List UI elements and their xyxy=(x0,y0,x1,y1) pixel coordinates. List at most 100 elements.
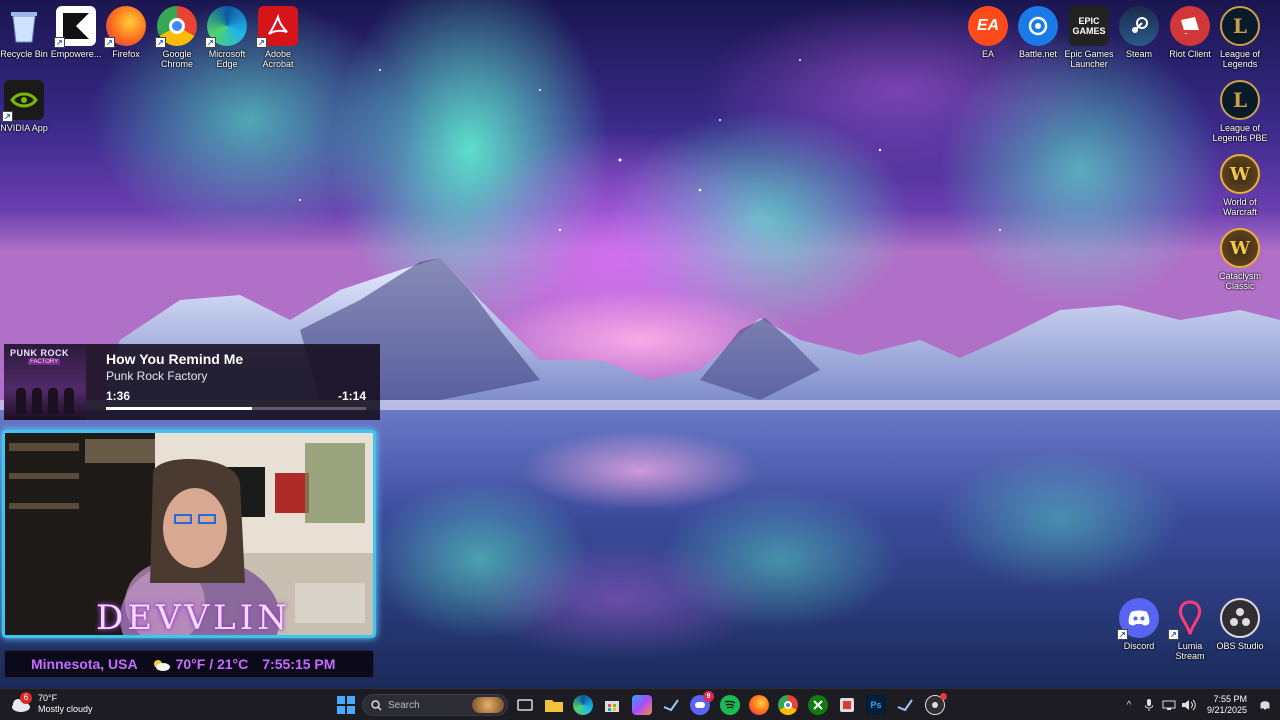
streamer-brand-logo: DEVVLIN xyxy=(96,598,291,638)
steam-icon xyxy=(897,699,913,712)
taskbar-file-explorer[interactable] xyxy=(544,695,564,715)
shortcut-arrow-icon: ↗ xyxy=(2,111,13,122)
taskbar-photoshop[interactable]: Ps xyxy=(866,695,886,715)
desktop-icon-label: Cataclysm Classic xyxy=(1218,271,1261,291)
taskbar-firefox[interactable] xyxy=(749,695,769,715)
desktop-icon-obs-studio[interactable]: OBS Studio xyxy=(1212,598,1268,651)
tray-overflow-chevron-icon[interactable]: ^ xyxy=(1122,698,1136,712)
desktop-icon-nvidia[interactable]: ↗ NVIDIA App xyxy=(0,80,52,133)
notification-bell-icon[interactable] xyxy=(1258,698,1272,712)
temperature-text: 70°F / 21°C xyxy=(175,656,249,672)
folder-icon xyxy=(545,700,563,712)
league-of-legends-icon: L xyxy=(1220,6,1260,46)
discord-icon: ↗ xyxy=(1117,598,1159,640)
taskbar-clock[interactable]: 7:55 PM 9/21/2025 xyxy=(1207,694,1247,716)
desktop-icon-acrobat[interactable]: ↗ Adobe Acrobat xyxy=(250,6,306,69)
task-view-icon xyxy=(517,699,533,711)
spotify-icon xyxy=(724,700,736,709)
remaining-time: -1:14 xyxy=(337,389,366,403)
desktop-icon-label: League of Legends PBE xyxy=(1212,123,1268,143)
chrome-icon: ↗ xyxy=(155,6,197,48)
shortcut-arrow-icon: ↗ xyxy=(104,37,115,48)
shortcut-arrow-icon: ↗ xyxy=(205,37,216,48)
desktop-icon-epic-games[interactable]: EPIC GAMES Epic Games Launcher xyxy=(1061,6,1117,69)
edge-icon: ↗ xyxy=(205,6,247,48)
taskbar-edge[interactable] xyxy=(573,695,593,715)
shortcut-arrow-icon: ↗ xyxy=(256,37,267,48)
chrome-icon xyxy=(784,701,792,709)
desktop-icon-lumia-stream[interactable]: ↗ Lumia Stream xyxy=(1162,598,1218,661)
desktop-icon-label: World of Warcraft xyxy=(1223,197,1257,217)
epic-games-icon: EPIC GAMES xyxy=(1069,6,1109,46)
weather-cloud-icon: 6 xyxy=(10,692,32,714)
desktop-icon-label: Adobe Acrobat xyxy=(262,49,294,69)
search-highlight-image xyxy=(472,697,504,713)
desktop-icon-world-of-warcraft[interactable]: W World of Warcraft xyxy=(1212,154,1268,217)
network-icon[interactable] xyxy=(1162,698,1176,712)
acrobat-icon: ↗ xyxy=(256,6,298,48)
volume-icon[interactable] xyxy=(1181,698,1196,712)
shortcut-arrow-icon: ↗ xyxy=(54,37,65,48)
progress-track xyxy=(106,407,366,410)
firefox-icon: ↗ xyxy=(104,6,146,48)
clock-date: 9/21/2025 xyxy=(1206,705,1247,715)
partly-cloudy-icon xyxy=(152,658,170,671)
elapsed-time: 1:36 xyxy=(106,389,131,403)
clock-time: 7:55 PM xyxy=(1213,694,1247,704)
desktop-icon-label: NVIDIA App xyxy=(0,123,48,133)
system-tray: ^ 7:55 PM 9/21/2025 xyxy=(1119,689,1280,720)
world-of-warcraft-icon: W xyxy=(1220,154,1260,194)
taskbar-weather-temp: 70°F xyxy=(38,693,58,703)
desktop-icon-label: OBS Studio xyxy=(1216,641,1264,651)
taskbar-weather-widget[interactable]: 6 70°F Mostly cloudy xyxy=(10,692,93,715)
league-pbe-icon: L xyxy=(1220,80,1260,120)
location-text: Minnesota, USA xyxy=(31,656,138,672)
taskbar-steam[interactable] xyxy=(661,695,681,715)
discord-icon xyxy=(695,702,705,708)
taskbar-steam-2[interactable] xyxy=(895,695,915,715)
taskbar-discord[interactable]: 9 xyxy=(690,691,714,715)
taskbar-search-box[interactable] xyxy=(362,694,508,716)
search-icon xyxy=(371,699,382,711)
taskbar-snipping-tool[interactable] xyxy=(837,695,857,715)
taskbar-spotify[interactable] xyxy=(720,695,740,715)
taskbar-weather-desc: Mostly cloudy xyxy=(38,704,93,714)
steam-icon xyxy=(663,699,679,712)
weather-alert-badge: 6 xyxy=(20,692,32,704)
discord-notification-badge: 9 xyxy=(703,691,714,702)
snip-icon xyxy=(840,698,854,712)
desktop-icon-label: League of Legends xyxy=(1219,49,1261,69)
search-input[interactable] xyxy=(388,699,458,711)
taskbar-store[interactable] xyxy=(602,695,622,715)
nvidia-icon: ↗ xyxy=(2,80,44,122)
taskbar-chrome[interactable] xyxy=(778,695,798,715)
desktop-icon-league-of-legends[interactable]: L League of Legends xyxy=(1212,6,1268,69)
shortcut-arrow-icon: ↗ xyxy=(155,37,166,48)
song-title: How You Remind Me xyxy=(106,351,244,367)
taskbar-copilot[interactable] xyxy=(632,695,652,715)
empowered-icon: ↗ xyxy=(54,6,96,48)
desktop-icon-cataclysm-classic[interactable]: W Cataclysm Classic xyxy=(1212,228,1268,291)
taskbar-obs[interactable] xyxy=(925,693,947,715)
progress-fill xyxy=(106,407,252,410)
riot-client-icon xyxy=(1170,6,1210,46)
recycle-bin-icon xyxy=(4,6,44,46)
battlenet-icon xyxy=(1018,6,1058,46)
recording-indicator-icon xyxy=(940,693,947,700)
obs-icon xyxy=(932,702,938,708)
album-art: PUNK ROCK FACTORY xyxy=(4,344,86,420)
taskbar-xbox[interactable] xyxy=(808,695,828,715)
taskbar: 6 70°F Mostly cloudy 9 xyxy=(0,688,1280,720)
xbox-icon xyxy=(813,700,823,710)
ea-icon: EA xyxy=(968,6,1008,46)
album-art-subtext: FACTORY xyxy=(28,359,61,365)
task-view-button[interactable] xyxy=(515,695,535,715)
start-button[interactable] xyxy=(336,695,356,715)
microphone-icon[interactable] xyxy=(1142,698,1156,712)
windows-start-icon xyxy=(337,696,355,714)
obs-studio-icon xyxy=(1220,598,1260,638)
desktop-icon-league-pbe[interactable]: L League of Legends PBE xyxy=(1212,80,1268,143)
overlay-clock: 7:55:15 PM xyxy=(262,656,336,672)
album-art-text: PUNK ROCK xyxy=(10,348,70,358)
shortcut-arrow-icon: ↗ xyxy=(1117,629,1128,640)
